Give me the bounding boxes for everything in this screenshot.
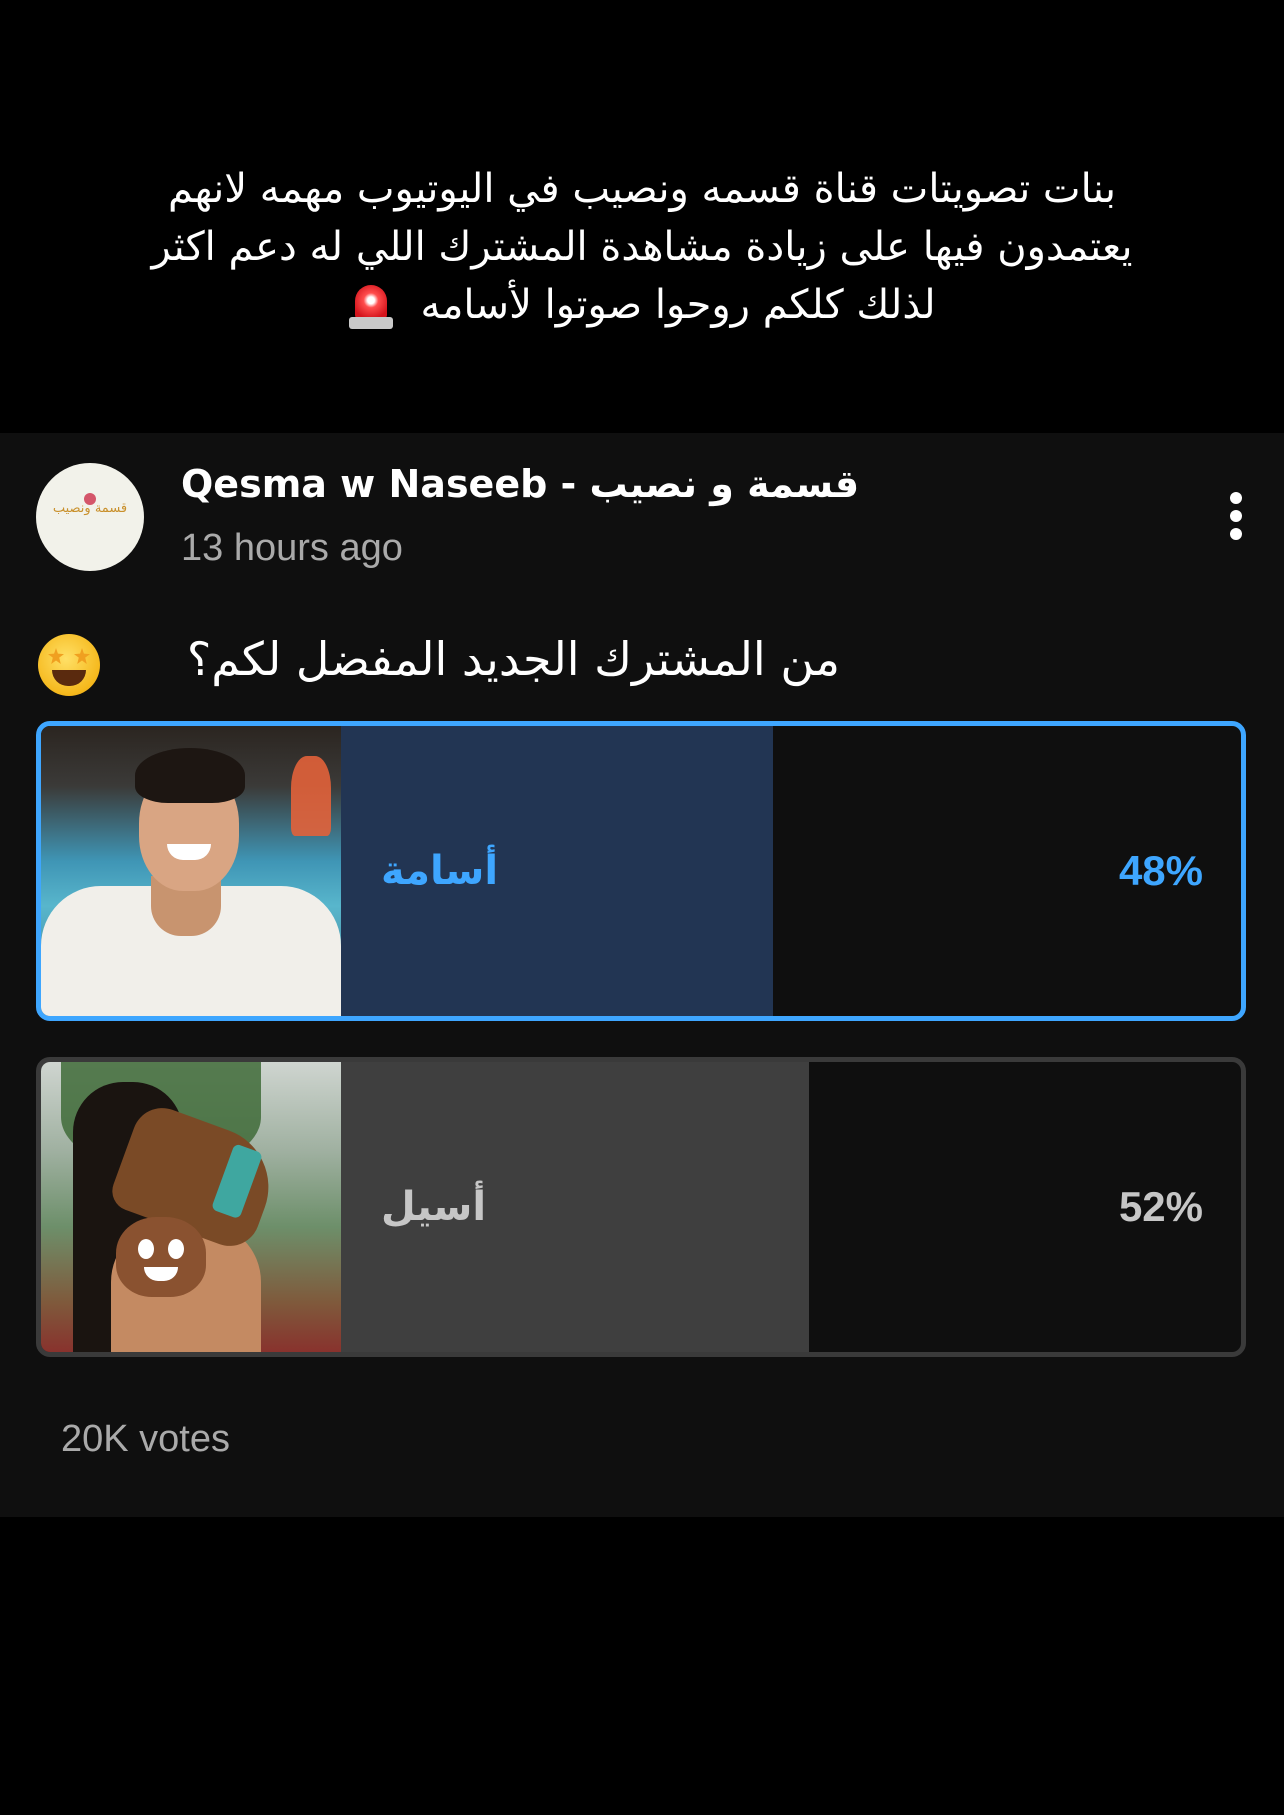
channel-avatar[interactable]: قسمة ونصيب [36,463,144,571]
poll-option-aseel[interactable]: أسيل 52% [36,1057,1246,1357]
overlay-caption: بنات تصويتات قناة قسمه ونصيب في اليوتيوب… [0,160,1284,334]
caption-line-2: يعتمدون فيها على زيادة مشاهدة المشترك ال… [151,224,1133,270]
rotating-light-icon [348,283,393,331]
caption-line-3: لذلك كلكم روحوا صوتوا لأسامه [0,276,1284,334]
poll-option-thumbnail [41,726,341,1016]
poll-question: من المشترك الجديد المفضل لكم؟ [186,632,840,686]
pile-of-poo-icon [116,1217,206,1297]
caption-line-1: بنات تصويتات قناة قسمه ونصيب في اليوتيوب… [168,166,1116,212]
poll-option-percent: 48% [1118,847,1203,894]
poll-option-thumbnail [41,1062,341,1352]
star-struck-face-icon [38,634,100,696]
post-timestamp: 13 hours ago [181,527,403,569]
poll-option-label: أسامة [381,848,499,894]
caption-line-3-text: لذلك كلكم روحوا صوتوا لأسامه [420,282,936,328]
channel-name[interactable]: Qesma w Naseeb - قسمة و نصيب [181,462,859,506]
poll-option-osama[interactable]: أسامة 48% [36,721,1246,1021]
poll-option-percent: 52% [1118,1183,1203,1230]
poll-option-label: أسيل [381,1184,487,1230]
more-options-icon[interactable] [1224,490,1248,544]
vote-count: 20K votes [61,1418,230,1460]
avatar-logo-text: قسمة ونصيب [52,501,128,516]
